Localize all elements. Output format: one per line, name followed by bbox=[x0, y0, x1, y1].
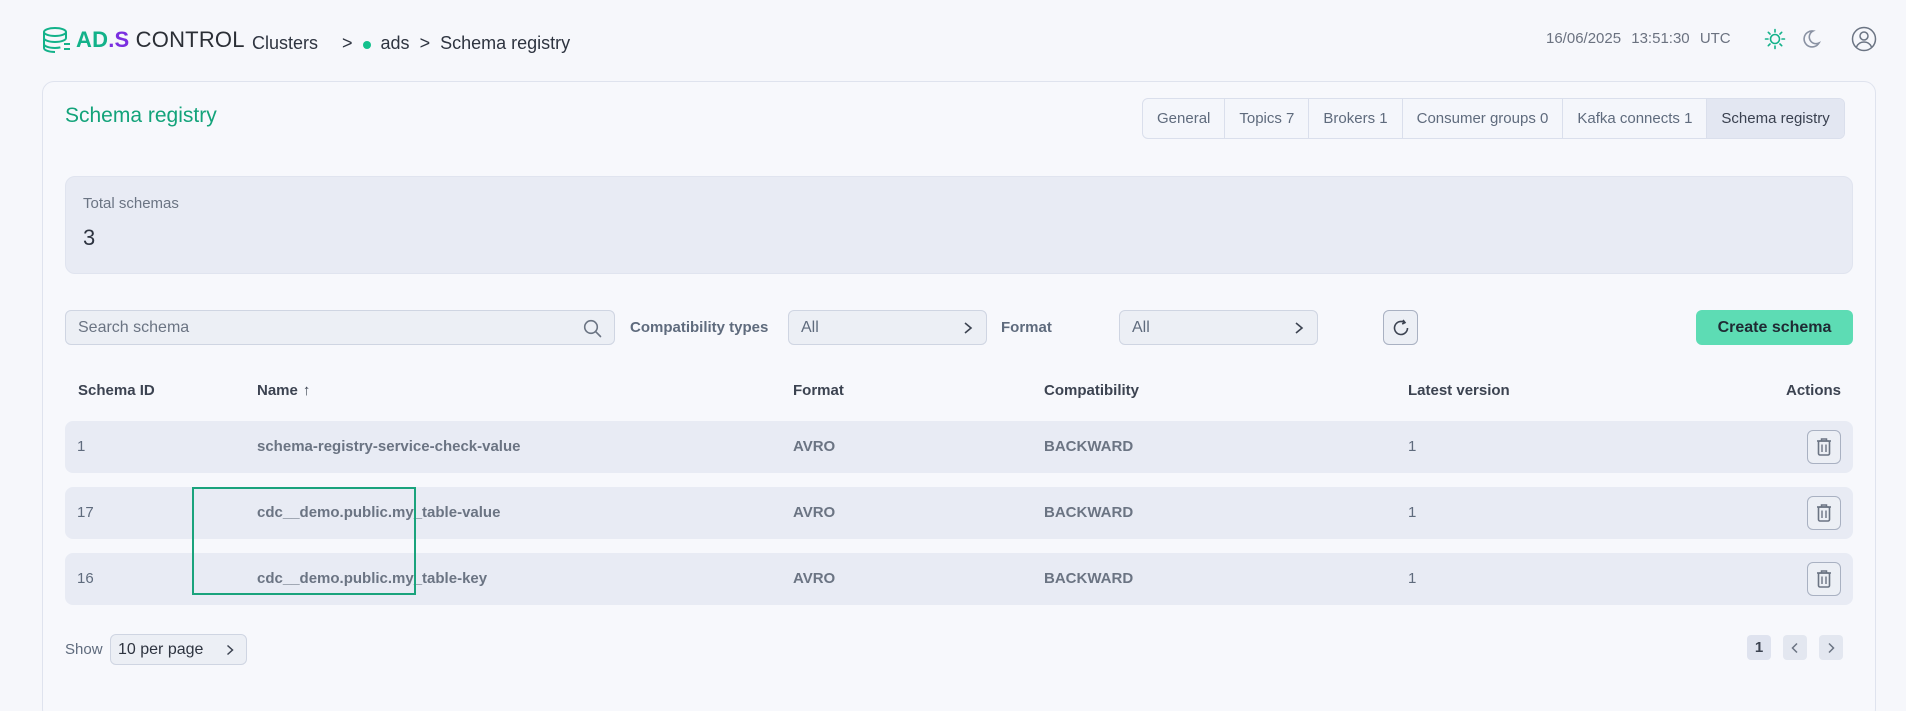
sort-ascending-icon[interactable]: ↑ bbox=[303, 382, 311, 399]
column-header-name[interactable]: Name ↑ bbox=[257, 382, 310, 399]
sun-icon[interactable] bbox=[1764, 28, 1786, 50]
tab-kafka-connects[interactable]: Kafka connects 1 bbox=[1563, 99, 1708, 138]
moon-icon[interactable] bbox=[1800, 28, 1822, 50]
search-icon[interactable] bbox=[583, 319, 602, 338]
trash-icon bbox=[1817, 570, 1831, 588]
cell-latest-version: 1 bbox=[1408, 504, 1417, 521]
tab-schema-registry[interactable]: Schema registry bbox=[1707, 99, 1844, 138]
cell-compatibility: BACKWARD bbox=[1044, 438, 1134, 455]
chevron-right-icon bbox=[1295, 322, 1304, 334]
compatibility-types-value: All bbox=[801, 318, 819, 336]
total-schemas-label: Total schemas bbox=[83, 195, 179, 212]
user-profile-icon[interactable] bbox=[1851, 26, 1877, 52]
logo-text: AD.S CONTROL bbox=[76, 27, 245, 52]
refresh-button[interactable] bbox=[1383, 310, 1418, 345]
cell-schema-id: 1 bbox=[77, 438, 86, 455]
breadcrumb-separator: > bbox=[342, 32, 353, 53]
tab-general[interactable]: General bbox=[1143, 99, 1226, 138]
format-select[interactable]: All bbox=[1119, 310, 1318, 345]
refresh-icon bbox=[1393, 319, 1408, 335]
cell-format: AVRO bbox=[793, 570, 836, 587]
chevron-right-icon bbox=[964, 322, 973, 334]
previous-page-button[interactable] bbox=[1783, 635, 1807, 660]
chevron-right-icon bbox=[1828, 642, 1835, 653]
cluster-status-dot bbox=[362, 40, 371, 49]
cell-compatibility: BACKWARD bbox=[1044, 570, 1134, 587]
format-label: Format bbox=[1001, 319, 1052, 336]
search-box bbox=[65, 310, 615, 345]
format-value: All bbox=[1132, 318, 1150, 336]
cell-format: AVRO bbox=[793, 438, 836, 455]
trash-icon bbox=[1817, 438, 1831, 456]
per-page-select[interactable]: 10 per page bbox=[110, 634, 247, 665]
time-text: 13:51:30 bbox=[1631, 30, 1690, 47]
cluster-tabs: General Topics 7 Brokers 1 Consumer grou… bbox=[1142, 98, 1845, 139]
delete-schema-button[interactable] bbox=[1807, 430, 1841, 464]
tab-consumer-groups[interactable]: Consumer groups 0 bbox=[1403, 99, 1564, 138]
cell-schema-name[interactable]: cdc__demo.public.my_table-value bbox=[257, 504, 500, 521]
delete-schema-button[interactable] bbox=[1807, 496, 1841, 530]
cell-schema-name[interactable]: schema-registry-service-check-value bbox=[257, 438, 520, 455]
total-schemas-card: Total schemas 3 bbox=[65, 176, 1853, 274]
search-input[interactable] bbox=[66, 311, 566, 344]
chevron-right-icon bbox=[226, 644, 234, 656]
column-header-latest-version: Latest version bbox=[1408, 382, 1510, 399]
column-header-format: Format bbox=[793, 382, 844, 399]
next-page-button[interactable] bbox=[1819, 635, 1843, 660]
cell-latest-version: 1 bbox=[1408, 438, 1417, 455]
page-title: Schema registry bbox=[65, 104, 217, 127]
table-row[interactable]: 1 schema-registry-service-check-value AV… bbox=[65, 421, 1853, 473]
chevron-left-icon bbox=[1791, 642, 1798, 653]
per-page-value: 10 per page bbox=[118, 640, 204, 658]
main-panel: Schema registry General Topics 7 Brokers… bbox=[42, 81, 1876, 711]
date-text: 16/06/2025 bbox=[1546, 30, 1622, 47]
current-datetime: 16/06/2025 13:51:30 UTC bbox=[1546, 30, 1737, 47]
cell-format: AVRO bbox=[793, 504, 836, 521]
breadcrumb-separator: > bbox=[419, 32, 431, 53]
total-schemas-value: 3 bbox=[83, 225, 96, 250]
breadcrumb-current: Schema registry bbox=[440, 32, 571, 53]
compatibility-types-select[interactable]: All bbox=[788, 310, 987, 345]
breadcrumb-cluster-ads[interactable]: ads bbox=[381, 33, 410, 54]
cell-schema-id: 16 bbox=[77, 570, 94, 587]
column-header-actions: Actions bbox=[1786, 382, 1842, 399]
breadcrumb: Clusters > ads > Schema registry bbox=[252, 31, 570, 55]
cell-compatibility: BACKWARD bbox=[1044, 504, 1134, 521]
cell-schema-id: 17 bbox=[77, 504, 94, 521]
breadcrumb-clusters[interactable]: Clusters bbox=[252, 33, 318, 54]
delete-schema-button[interactable] bbox=[1807, 562, 1841, 596]
table-row[interactable]: 16 cdc__demo.public.my_table-key AVRO BA… bbox=[65, 553, 1853, 605]
tab-brokers[interactable]: Brokers 1 bbox=[1309, 99, 1403, 138]
database-logo-icon bbox=[43, 27, 70, 53]
table-row[interactable]: 17 cdc__demo.public.my_table-value AVRO … bbox=[65, 487, 1853, 539]
tab-topics[interactable]: Topics 7 bbox=[1225, 99, 1310, 138]
top-header: AD.S CONTROL Clusters > ads > Schema reg… bbox=[0, 0, 1906, 82]
cell-latest-version: 1 bbox=[1408, 570, 1417, 587]
page-number-current[interactable]: 1 bbox=[1747, 635, 1771, 660]
app-logo[interactable]: AD.S CONTROL bbox=[42, 24, 245, 56]
trash-icon bbox=[1817, 504, 1831, 522]
column-header-compatibility: Compatibility bbox=[1044, 382, 1140, 399]
cell-schema-name[interactable]: cdc__demo.public.my_table-key bbox=[257, 570, 487, 587]
create-schema-button[interactable]: Create schema bbox=[1696, 310, 1853, 345]
compatibility-types-label: Compatibility types bbox=[630, 319, 769, 336]
timezone-text: UTC bbox=[1699, 30, 1731, 47]
column-header-schema-id: Schema ID bbox=[78, 382, 155, 399]
show-label: Show bbox=[65, 641, 103, 658]
